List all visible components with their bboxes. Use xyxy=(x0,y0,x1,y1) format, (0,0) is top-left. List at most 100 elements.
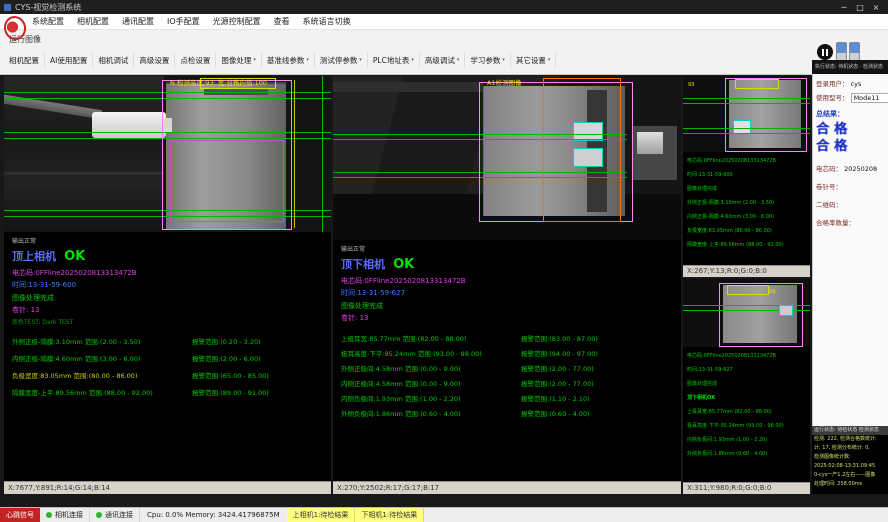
measurement-table: 上极耳宽:85.77mm 范围:(82.00 - 88.00) 报警范围:(83… xyxy=(341,333,673,418)
app-icon xyxy=(4,4,11,11)
login-user-value: cys xyxy=(851,80,862,88)
comm-status-dot xyxy=(96,512,102,518)
camera-image-top[interactable]: N:检测高度:93; 宽:合格内值:100 xyxy=(4,76,331,232)
measurement-row: 隔膜宽度-上平:89.56mm 范围:(88.00 - 92.00) 报警范围:… xyxy=(12,387,323,397)
pause-button[interactable] xyxy=(817,44,833,60)
measure-line xyxy=(683,103,810,104)
result-line: 隔膜宽度-上平:89.56mm (88.00 - 92.00) xyxy=(687,238,806,252)
camera-status-dot xyxy=(46,512,52,518)
stat-line: 计: 17, 检测分布统计: 0, xyxy=(812,444,888,453)
toolbar-learning-params[interactable]: 学习参数▾ xyxy=(465,53,511,68)
maximize-button[interactable]: □ xyxy=(852,3,868,12)
dropdown-arrow-icon: ▾ xyxy=(502,57,505,63)
pixel-coordinate-bar: X:311;Y:980;R:0;G:0;B:0 xyxy=(683,482,810,494)
dropdown-arrow-icon: ▾ xyxy=(253,57,256,63)
measurement-row: 上极耳宽:85.77mm 范围:(82.00 - 88.00) 报警范围:(83… xyxy=(341,333,673,343)
measure-line xyxy=(683,133,810,134)
bottom-camera-result: 下相机1:待检结果 xyxy=(355,508,424,522)
connector-shape xyxy=(92,112,166,138)
pass-rate-label: 合格率数量： xyxy=(816,219,855,227)
result-line: 极耳高度-下平:95.24mm (93.00 - 98.00) xyxy=(687,419,806,433)
roi-rect-magenta xyxy=(170,140,284,222)
result-line: 图像处理完成 xyxy=(687,182,806,196)
top-camera-result: 上相机1:待检结果 xyxy=(287,508,356,522)
image-annotation: N:检测高度:93; 宽:合格内值:100 xyxy=(170,77,267,87)
toolbar-other-settings[interactable]: 其它设置▾ xyxy=(511,53,557,68)
toolbar-image-process[interactable]: 图像处理▾ xyxy=(216,53,262,68)
menu-comm-config[interactable]: 通讯配置 xyxy=(122,16,154,27)
roi-rect-yellow xyxy=(727,285,769,295)
toolbar-advanced-debug[interactable]: 高级调试▾ xyxy=(420,53,466,68)
status-bar: 心跳信号 相机连接 通讯连接 Cpu: 0.0% Memory: 3424.41… xyxy=(0,507,888,522)
camera-image-aux-top[interactable]: 93 xyxy=(683,76,810,152)
result-text-area: 输出正常 顶下相机 OK 电芯码:0FFline2025020813313472… xyxy=(333,240,681,481)
roi-rect-orange xyxy=(543,78,621,222)
stat-line: 2025:02:08-13:31:09:45 xyxy=(812,462,888,471)
toolbar-spot-check[interactable]: 点检设置 xyxy=(175,53,216,68)
measurement-row: 极耳高度-下平:95.24mm 范围:(93.00 - 98.00) 报警范围:… xyxy=(341,348,673,358)
image-annotation: 93 xyxy=(769,289,775,295)
statistics-header: 运行状态: 待检状态 检测状态 xyxy=(812,426,888,435)
stat-line: 检测: 222, 检测合格数统计: xyxy=(812,435,888,444)
heartbeat-indicator: 心跳信号 xyxy=(0,508,40,522)
minimize-button[interactable]: ─ xyxy=(836,3,852,12)
toolbar-teststop-params[interactable]: 测试停参数▾ xyxy=(315,53,368,68)
stat-line: 处理时间: 258.00ms xyxy=(812,480,888,489)
window-title: CYS-视觉检测系统 xyxy=(15,2,836,13)
toolbar-advanced-settings[interactable]: 高级设置 xyxy=(134,53,175,68)
menu-system-config[interactable]: 系统配置 xyxy=(32,16,64,27)
measurement-row: 外侧正极间:4.58mm 范围:(0.00 - 9.00) 报警范围:(2.00… xyxy=(341,363,673,373)
needle-number: 卷针: 13 xyxy=(12,305,323,315)
result-line: 时间:13-31-59-600 xyxy=(687,168,806,182)
menu-io-config[interactable]: IO手配置 xyxy=(167,16,200,27)
toolbar-camera-debug[interactable]: 相机调试 xyxy=(93,53,134,68)
needle-no-label: 卷针号： xyxy=(816,183,842,191)
roi-rect-pink xyxy=(725,78,807,152)
cell-code-value: 20250208 xyxy=(844,165,877,173)
measurement-row: 外侧负极间:1.86mm 范围:(0.60 - 4.00) 报警范围:(0.60… xyxy=(341,408,673,418)
toolbar-ai-config[interactable]: AI使用配置 xyxy=(45,53,93,68)
sub-header: 运行图像 相机配置 AI使用配置 相机调试 高级设置 点检设置 图像处理▾ 基准… xyxy=(0,30,888,75)
result-line: 内侧负极间:1.93mm (1.00 - 2.20) xyxy=(687,433,806,447)
pixel-coordinate-bar: X:7677,Y:891;R:14;G:14;B:14 xyxy=(4,481,331,494)
output-status: 输出正常 xyxy=(12,236,323,245)
menu-language-switch[interactable]: 系统语言切换 xyxy=(303,16,351,27)
menu-view[interactable]: 查看 xyxy=(274,16,290,27)
camera-image-aux-bottom[interactable]: 93 xyxy=(683,279,810,347)
dropdown-arrow-icon: ▾ xyxy=(457,57,460,63)
cell-code: 电芯码:0FFline2025020813313472B xyxy=(341,276,673,286)
pixel-coordinate-bar: X:270;Y:2502;R:17;G:17;B:17 xyxy=(333,481,681,494)
cpu-memory-readout: Cpu: 0.0% Memory: 3424.41796875M xyxy=(140,508,287,522)
measurement-table: 外侧正极-隔膜:3.10mm 范围:(2.00 - 3.50) 报警范围:(0.… xyxy=(12,336,323,397)
title-bar: CYS-视觉检测系统 ─ □ × xyxy=(0,0,888,14)
model-select[interactable]: Mode11 xyxy=(851,93,888,103)
extra-status: 底色TEST: Dark TEST xyxy=(12,317,323,326)
total-result-label: 总结果： xyxy=(816,109,885,119)
close-button[interactable]: × xyxy=(868,3,884,12)
camera-name: 顶上相机 xyxy=(12,250,56,263)
result-text-area: 电芯码:0FFline2025020813313472B 时间:13-31-59… xyxy=(683,347,810,482)
process-status: 图像处理完成 xyxy=(12,293,323,303)
result-line: 外侧负极间:1.86mm (0.60 - 4.00) xyxy=(687,447,806,461)
measure-line xyxy=(683,98,810,99)
info-panel: 登录用户： cys 使用型号： Mode11 总结果： 合格 合格 电芯码： 2… xyxy=(812,74,888,426)
comm-connection-indicator: 通讯连接 xyxy=(90,508,140,522)
ok-status: OK xyxy=(393,257,414,272)
total-result-top: 合格 xyxy=(816,121,885,138)
qrcode-label: 二维码： xyxy=(816,201,842,209)
result-line: 电芯码:0FFline2025020813313472B xyxy=(687,154,806,168)
toolbar-plc-table[interactable]: PLC地址表▾ xyxy=(368,53,420,68)
result-line: 电芯码:0FFline2025020813313472B xyxy=(687,349,806,363)
menu-bar: 系统配置 相机配置 通讯配置 IO手配置 光源控制配置 查看 系统语言切换 xyxy=(0,14,888,30)
stat-line: 检测图像统计数: xyxy=(812,453,888,462)
toolbar-camera-config[interactable]: 相机配置 xyxy=(4,53,45,68)
result-line: 顶下相机OK xyxy=(687,391,806,405)
machinery-shape xyxy=(333,82,483,92)
login-user-label: 登录用户： xyxy=(816,80,849,88)
menu-light-config[interactable]: 光源控制配置 xyxy=(213,16,261,27)
camera-image-bottom[interactable]: A1检测图像 xyxy=(333,76,681,240)
menu-camera-config[interactable]: 相机配置 xyxy=(77,16,109,27)
toolbar-baseline-params[interactable]: 基准线参数▾ xyxy=(262,53,315,68)
camera-view-aux-bottom: 93 电芯码:0FFline2025020813313472B 时间:13-31… xyxy=(683,279,810,494)
timestamp: 时间:13-31-59-627 xyxy=(341,288,673,298)
